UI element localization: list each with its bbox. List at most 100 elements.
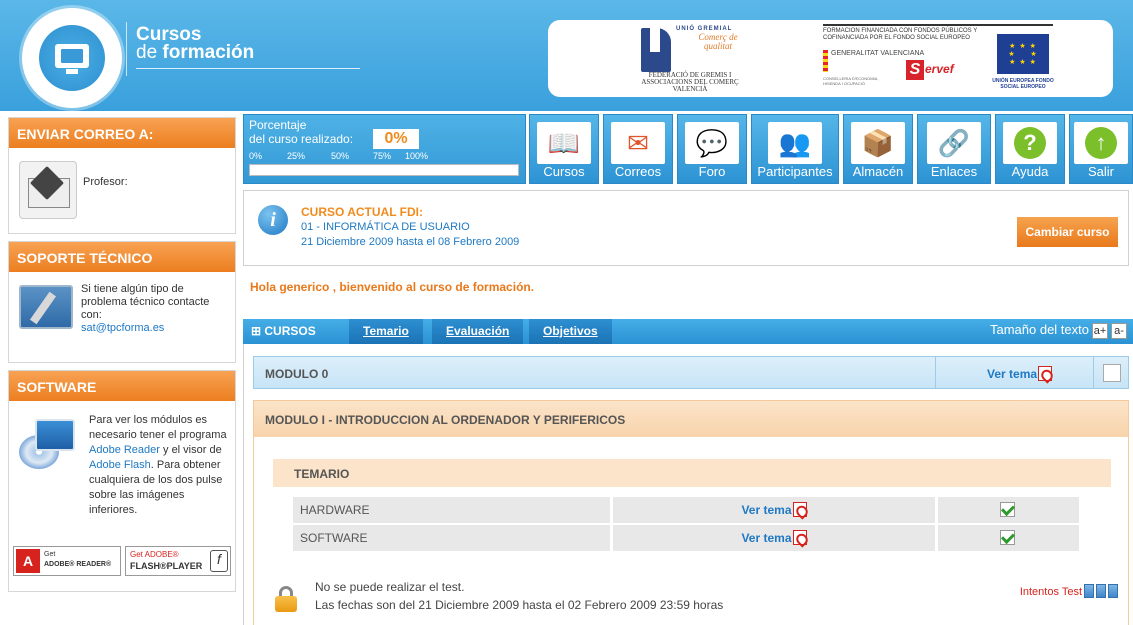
toolbar-almacen[interactable]: 📦 Almacén	[843, 114, 913, 184]
toolbar-foro[interactable]: 💬 Foro	[677, 114, 747, 184]
test-dates-message: Las fechas son del 21 Diciembre 2009 has…	[315, 598, 724, 612]
progress-label-1: Porcentaje	[249, 118, 307, 132]
info-icon: i	[258, 205, 288, 235]
software-panel: SOFTWARE Para ver los módulos es necesar…	[8, 370, 236, 592]
logo	[22, 8, 122, 108]
module-1-header[interactable]: MODULO I - INTRODUCCION AL ORDENADOR Y P…	[254, 401, 1128, 437]
envelope-icon[interactable]	[19, 161, 77, 219]
ver-tema-link[interactable]: Ver tema	[613, 497, 935, 523]
course-title: CURSO ACTUAL FDI:	[301, 205, 423, 219]
get-flash-player-button[interactable]: Get ADOBE® FLASH®PLAYER f	[125, 546, 231, 576]
module-0[interactable]: MODULO 0 Ver tema	[253, 356, 1129, 389]
brand-subtitle: de formación	[136, 42, 255, 63]
module-checkbox[interactable]	[1103, 364, 1121, 382]
flash-icon: f	[210, 550, 228, 572]
toolbar-correos[interactable]: ✉ Correos	[603, 114, 673, 184]
header: Cursos de formación UNIÓ GREMIAL Comerç …	[0, 0, 1133, 111]
comerc-label: Comerç de qualitat	[698, 32, 738, 51]
eu-flag-icon: ★ ★ ★ ★ ★ ★ ★ ★	[997, 34, 1049, 74]
module-title: MODULO 0	[265, 367, 329, 381]
current-course-box: i CURSO ACTUAL FDI: 01 - INFORMÁTICA DE …	[243, 190, 1129, 266]
completed-check-icon	[1000, 530, 1015, 545]
header-separator	[126, 22, 127, 76]
pdf-icon	[1038, 366, 1053, 381]
federacio-label: FEDERACIÓ DE GREMIS I ASSOCIACIONS DEL C…	[641, 71, 739, 93]
toolbar-participantes[interactable]: 👥 Participantes	[751, 114, 839, 184]
pdf-icon	[792, 502, 807, 517]
chat-bubbles-icon: 💬	[685, 122, 739, 164]
eu-label: UNIÓN EUROPEA FONDO SOCIAL EUROPEO	[992, 78, 1054, 90]
test-attempts[interactable]: Intentos Test	[1020, 584, 1118, 598]
pdf-icon	[792, 530, 807, 545]
course-dates: 21 Diciembre 2009 hasta el 08 Febrero 20…	[301, 236, 520, 248]
table-row: SOFTWARE Ver tema	[293, 525, 1079, 551]
increase-text-button[interactable]: a+	[1092, 323, 1108, 339]
decrease-text-button[interactable]: a-	[1111, 323, 1127, 339]
progress-tick: 50%	[331, 151, 350, 161]
book-icon: 📖	[537, 122, 591, 164]
lock-icon	[275, 586, 297, 612]
people-icon: 👥	[768, 122, 822, 164]
ver-tema-link[interactable]: Ver tema	[987, 366, 1053, 381]
mail-panel-title: ENVIAR CORREO A:	[9, 118, 235, 148]
get-adobe-reader-button[interactable]: A Get ADOBE® READER®	[13, 546, 121, 576]
monitor-wrench-icon	[19, 285, 73, 329]
progress-tick: 25%	[287, 151, 306, 161]
support-panel: SOPORTE TÉCNICO Si tiene algún tipo de p…	[8, 241, 236, 363]
help-icon: ?	[1003, 122, 1057, 164]
progress-ticks: 0% 25% 50% 75% 100%	[249, 151, 439, 163]
boxes-icon: 📦	[851, 122, 905, 164]
tab-objetivos[interactable]: Objetivos	[529, 319, 612, 344]
document-icon	[1084, 584, 1094, 598]
software-panel-title: SOFTWARE	[9, 371, 235, 401]
tab-evaluacion[interactable]: Evaluación	[432, 319, 524, 344]
tab-cursos[interactable]: ⊞ CURSOS	[251, 319, 316, 344]
module-1: MODULO I - INTRODUCCION AL ORDENADOR Y P…	[253, 400, 1129, 625]
text-size-control: Tamaño del texto a+ a-	[990, 322, 1127, 339]
welcome-message: Hola generico , bienvenido al curso de f…	[250, 280, 535, 294]
document-icon	[1108, 584, 1118, 598]
generalitat-flag-icon	[823, 50, 828, 72]
software-text: Para ver los módulos es necesario tener …	[89, 414, 227, 516]
chain-link-icon: 🔗	[927, 122, 981, 164]
download-buttons: A Get ADOBE® READER® Get ADOBE® FLASH®PL…	[13, 546, 231, 578]
topic-name: SOFTWARE	[293, 525, 610, 551]
toolbar-enlaces[interactable]: 🔗 Enlaces	[917, 114, 991, 184]
financing-label: FORMACION FINANCIADA CON FONDOS PÚBLICOS…	[823, 28, 978, 41]
ver-tema-link[interactable]: Ver tema	[613, 525, 935, 551]
modules-list: MODULO 0 Ver tema MODULO I - INTRODUCCIO…	[243, 344, 1133, 625]
adobe-reader-link[interactable]: Adobe Reader	[89, 444, 160, 456]
adobe-flash-link[interactable]: Adobe Flash	[89, 459, 151, 471]
temario-header: TEMARIO	[273, 459, 1111, 487]
course-progress: Porcentaje del curso realizado: 0% 0% 25…	[243, 114, 526, 184]
mail-panel: ENVIAR CORREO A: Profesor:	[8, 117, 236, 234]
progress-label-2: del curso realizado:	[249, 132, 354, 146]
module-title: MODULO I - INTRODUCCION AL ORDENADOR Y P…	[265, 413, 626, 427]
mail-recipient-label[interactable]: Profesor:	[83, 176, 128, 188]
monitor-books-icon	[39, 25, 105, 91]
document-icon	[1096, 584, 1106, 598]
servef-logo: S ervef	[906, 60, 966, 80]
toolbar-cursos[interactable]: 📖 Cursos	[529, 114, 599, 184]
brand-underline	[136, 68, 360, 69]
sponsor-logos: UNIÓ GREMIAL Comerç de qualitat FEDERACI…	[548, 20, 1113, 97]
progress-percent: 0%	[373, 129, 419, 149]
toolbar-ayuda[interactable]: ? Ayuda	[995, 114, 1065, 184]
progress-bar	[249, 164, 519, 176]
sidebar: ENVIAR CORREO A: Profesor: SOPORTE TÉCNI…	[8, 117, 236, 599]
course-name: 01 - INFORMÁTICA DE USUARIO	[301, 221, 470, 233]
conselleria-label: CONSELLERIA D'ECONOMIA, HISENDA I OCUPAC…	[823, 76, 879, 86]
tab-temario[interactable]: Temario	[349, 319, 423, 344]
progress-tick: 0%	[249, 151, 263, 161]
change-course-button[interactable]: Cambiar curso	[1017, 217, 1118, 247]
toolbar-salir[interactable]: ↑ Salir	[1069, 114, 1133, 184]
support-panel-title: SOPORTE TÉCNICO	[9, 242, 235, 272]
generalitat-label: GENERALITAT VALENCIANA	[831, 50, 925, 57]
adobe-reader-icon: A	[16, 549, 40, 573]
exit-arrow-icon: ↑	[1074, 122, 1128, 164]
support-email-link[interactable]: sat@tpcforma.es	[81, 322, 164, 334]
progress-tick: 75%	[373, 151, 392, 161]
support-text: Si tiene algún tipo de problema técnico …	[81, 283, 210, 334]
cd-monitor-icon	[19, 419, 77, 469]
course-tabs: ⊞ CURSOS Temario Evaluación Objetivos Ta…	[243, 319, 1133, 344]
